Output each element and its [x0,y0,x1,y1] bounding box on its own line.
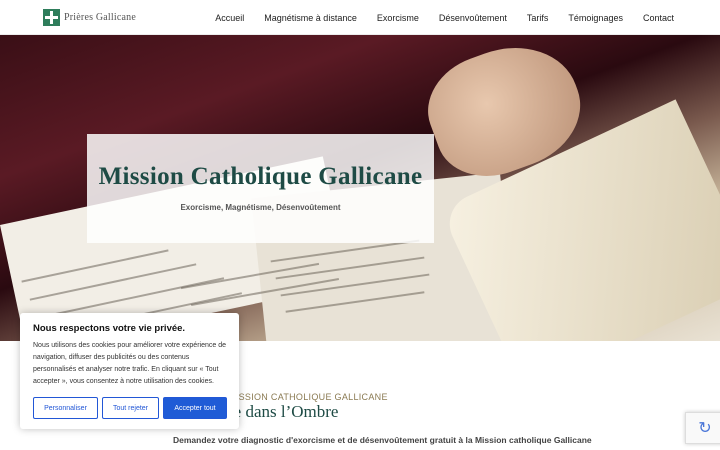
nav-item-tarifs[interactable]: Tarifs [527,13,549,23]
hero-card: Mission Catholique Gallicane Exorcisme, … [87,134,434,243]
hero-title: Mission Catholique Gallicane [98,163,423,190]
cookie-title: Nous respectons votre vie privée. [33,323,186,334]
cookie-consent-banner: Nous respectons votre vie privée. Nous u… [20,313,239,429]
nav-item-contact[interactable]: Contact [643,13,674,23]
section-title: re dans l’Ombre [228,402,339,421]
reject-all-button[interactable]: Tout rejeter [102,397,159,419]
site-logo[interactable]: Prières Gallicane [43,9,136,26]
main-nav: Accueil Magnétisme à distance Exorcisme … [195,0,674,35]
accept-all-button[interactable]: Accepter tout [163,397,227,419]
hero-subtitle: Exorcisme, Magnétisme, Désenvoûtement [180,203,341,212]
nav-item-desenvoutement[interactable]: Désenvoûtement [439,13,507,23]
nav-item-accueil[interactable]: Accueil [215,13,244,23]
cookie-buttons: Personnaliser Tout rejeter Accepter tout [33,397,231,419]
customize-button[interactable]: Personnaliser [33,397,98,419]
cookie-text: Nous utilisons des cookies pour améliore… [33,342,226,385]
section-description: Demandez votre diagnostic d'exorcisme et… [173,435,592,445]
nav-item-magnetisme[interactable]: Magnétisme à distance [264,13,357,23]
cross-icon [43,9,60,26]
nav-item-exorcisme[interactable]: Exorcisme [377,13,419,23]
recaptcha-badge[interactable]: ↻ [685,412,720,444]
nav-item-temoignages[interactable]: Témoignages [568,13,623,23]
section-kicker: MISSION CATHOLIQUE GALLICANE [228,392,388,402]
site-header: Prières Gallicane Accueil Magnétisme à d… [0,0,720,35]
logo-text: Prières Gallicane [64,12,136,23]
recaptcha-icon: ↻ [698,420,712,437]
hero-banner: Mission Catholique Gallicane Exorcisme, … [0,35,720,341]
